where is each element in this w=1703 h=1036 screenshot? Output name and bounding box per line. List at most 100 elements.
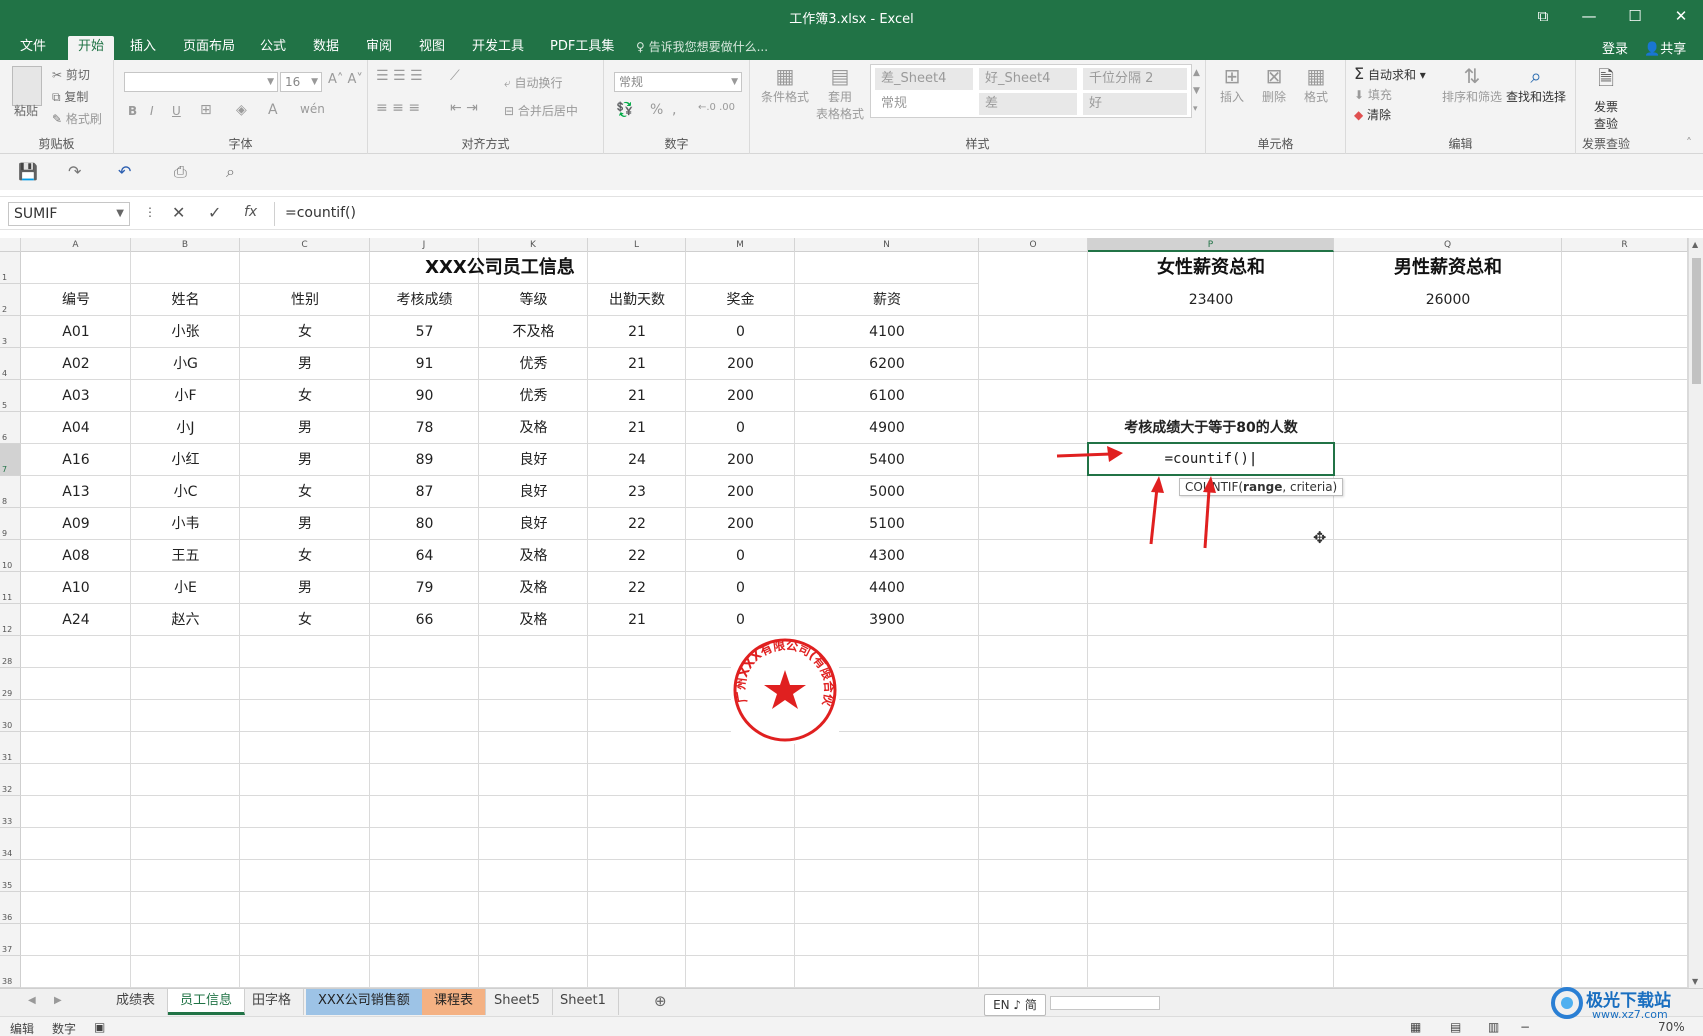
phonetic-icon[interactable]: wén	[300, 102, 325, 116]
female-salary-total-label[interactable]: 女性薪资总和	[1088, 252, 1334, 284]
column-header-j[interactable]: J	[370, 238, 479, 252]
row-header-29[interactable]: 29	[0, 668, 21, 700]
cell-gender[interactable]: 男	[240, 508, 370, 540]
row-header-30[interactable]: 30	[0, 700, 21, 732]
wrap-text-button[interactable]: ⤶ 自动换行	[504, 74, 563, 91]
sheet-tab-3[interactable]: 田字格	[240, 989, 305, 1015]
tab-developer[interactable]: 开发工具	[462, 36, 534, 60]
sheet-tab-5[interactable]: 课程表	[422, 989, 487, 1015]
style-cell-bad-sheet4[interactable]: 差_Sheet4	[875, 68, 973, 90]
cell-grade[interactable]: 及格	[479, 540, 588, 572]
macro-record-icon[interactable]: ▣	[94, 1020, 105, 1034]
style-cell-comma2[interactable]: 千位分隔 2	[1083, 68, 1187, 90]
cell-salary[interactable]: 4300	[795, 540, 979, 572]
merge-center-button[interactable]: ⊟ 合并后居中	[504, 102, 578, 119]
cell-salary[interactable]: 4100	[795, 316, 979, 348]
style-cell-good-sheet4[interactable]: 好_Sheet4	[979, 68, 1077, 90]
row-header-2[interactable]: 2	[0, 284, 21, 316]
cell-score[interactable]: 91	[370, 348, 479, 380]
cell-gender[interactable]: 男	[240, 444, 370, 476]
tab-formulas[interactable]: 公式	[250, 36, 296, 60]
cell-attendance[interactable]: 22	[588, 572, 686, 604]
cell-name[interactable]: 小F	[131, 380, 240, 412]
cell-salary[interactable]: 4400	[795, 572, 979, 604]
name-box[interactable]: SUMIF ▼	[8, 202, 130, 226]
tab-file[interactable]: 文件	[10, 36, 56, 60]
cell-gender[interactable]: 女	[240, 380, 370, 412]
find-select-button[interactable]: ⌕ 查找和选择	[1504, 64, 1568, 105]
align-left-icon[interactable]: ≡ ≡ ≡	[376, 100, 420, 116]
sheet-tab-4[interactable]: XXX公司销售额	[306, 989, 423, 1015]
row-header-35[interactable]: 35	[0, 860, 21, 892]
cell-bonus[interactable]: 200	[686, 508, 795, 540]
select-all-corner[interactable]	[0, 238, 21, 252]
column-header-cell-grade[interactable]: 等级	[479, 284, 588, 316]
underline-button[interactable]: U	[172, 104, 181, 118]
cell-bonus[interactable]: 200	[686, 444, 795, 476]
font-color-icon[interactable]: A	[268, 102, 278, 118]
column-header-cell-salary[interactable]: 薪资	[795, 284, 979, 316]
delete-cells-button[interactable]: ⊠ 删除	[1256, 64, 1292, 105]
column-header-cell-id[interactable]: 编号	[21, 284, 131, 316]
gallery-scroll-icon[interactable]: ▲ ▼ ▾	[1193, 64, 1200, 118]
tell-me-search[interactable]: ♀ 告诉我您想要做什么...	[636, 38, 768, 55]
indent-icon[interactable]: ⇤ ⇥	[450, 100, 478, 116]
cell-id[interactable]: A16	[21, 444, 131, 476]
print-preview-icon[interactable]: ⎙	[174, 162, 187, 182]
cell-score[interactable]: 57	[370, 316, 479, 348]
cell-id[interactable]: A09	[21, 508, 131, 540]
row-header-31[interactable]: 31	[0, 732, 21, 764]
cell-attendance[interactable]: 21	[588, 412, 686, 444]
cell-attendance[interactable]: 21	[588, 604, 686, 636]
column-header-l[interactable]: L	[588, 238, 686, 252]
tab-insert[interactable]: 插入	[120, 36, 166, 60]
cell-bonus[interactable]: 0	[686, 316, 795, 348]
cell-bonus[interactable]: 200	[686, 380, 795, 412]
sheet-tab-1[interactable]: 成绩表	[104, 989, 169, 1015]
cancel-entry-icon[interactable]: ✕	[172, 203, 185, 222]
cell-attendance[interactable]: 21	[588, 316, 686, 348]
row-header-9[interactable]: 9	[0, 508, 21, 540]
align-top-icon[interactable]: ☰ ☰ ☰	[376, 68, 423, 84]
increase-font-icon[interactable]: A˄ A˅	[328, 72, 363, 87]
row-header-33[interactable]: 33	[0, 796, 21, 828]
cell-gender[interactable]: 女	[240, 476, 370, 508]
autosum-button[interactable]: Σ 自动求和 ▾	[1354, 64, 1426, 83]
column-header-c[interactable]: C	[240, 238, 370, 252]
page-layout-view-icon[interactable]: ▤	[1450, 1020, 1461, 1034]
column-header-cell-bonus[interactable]: 奖金	[686, 284, 795, 316]
cell-name[interactable]: 赵六	[131, 604, 240, 636]
column-header-m[interactable]: M	[686, 238, 795, 252]
row-header-28[interactable]: 28	[0, 636, 21, 668]
scroll-up-icon[interactable]: ▲	[1692, 240, 1698, 249]
tab-review[interactable]: 审阅	[356, 36, 402, 60]
cell-bonus[interactable]: 0	[686, 412, 795, 444]
format-cells-button[interactable]: ▦ 格式	[1298, 64, 1334, 105]
cell-score[interactable]: 87	[370, 476, 479, 508]
copy-button[interactable]: ⧉ 复制	[52, 88, 88, 105]
cell-bonus[interactable]: 200	[686, 348, 795, 380]
save-icon[interactable]: 💾	[18, 162, 38, 181]
sheet-tab-2[interactable]: 员工信息	[168, 989, 246, 1015]
currency-icon[interactable]: 💱	[616, 102, 633, 118]
column-header-n[interactable]: N	[795, 238, 979, 252]
zoom-preview-icon[interactable]: ⌕	[226, 162, 235, 182]
tab-view[interactable]: 视图	[409, 36, 455, 60]
cell-name[interactable]: 小G	[131, 348, 240, 380]
cell-attendance[interactable]: 22	[588, 540, 686, 572]
cell-salary[interactable]: 4900	[795, 412, 979, 444]
comma-button[interactable]: ,	[672, 102, 676, 118]
sheet-tab-7[interactable]: Sheet1	[548, 989, 619, 1015]
close-button[interactable]: ✕	[1658, 2, 1703, 30]
cell-grade[interactable]: 良好	[479, 444, 588, 476]
fill-color-icon[interactable]: ◈	[236, 102, 247, 118]
next-sheet-icon[interactable]: ▶	[54, 995, 62, 1006]
font-size-select[interactable]: 16 ▼	[280, 72, 322, 92]
vertical-scroll-thumb[interactable]	[1692, 258, 1701, 384]
row-header-6[interactable]: 6	[0, 412, 21, 444]
vertical-scrollbar[interactable]: ▲ ▼	[1688, 238, 1703, 988]
horizontal-scrollbar[interactable]	[1050, 996, 1160, 1010]
cell-grade[interactable]: 及格	[479, 604, 588, 636]
page-break-view-icon[interactable]: ▥	[1488, 1020, 1499, 1034]
clear-button[interactable]: ◆ 清除	[1354, 106, 1391, 123]
